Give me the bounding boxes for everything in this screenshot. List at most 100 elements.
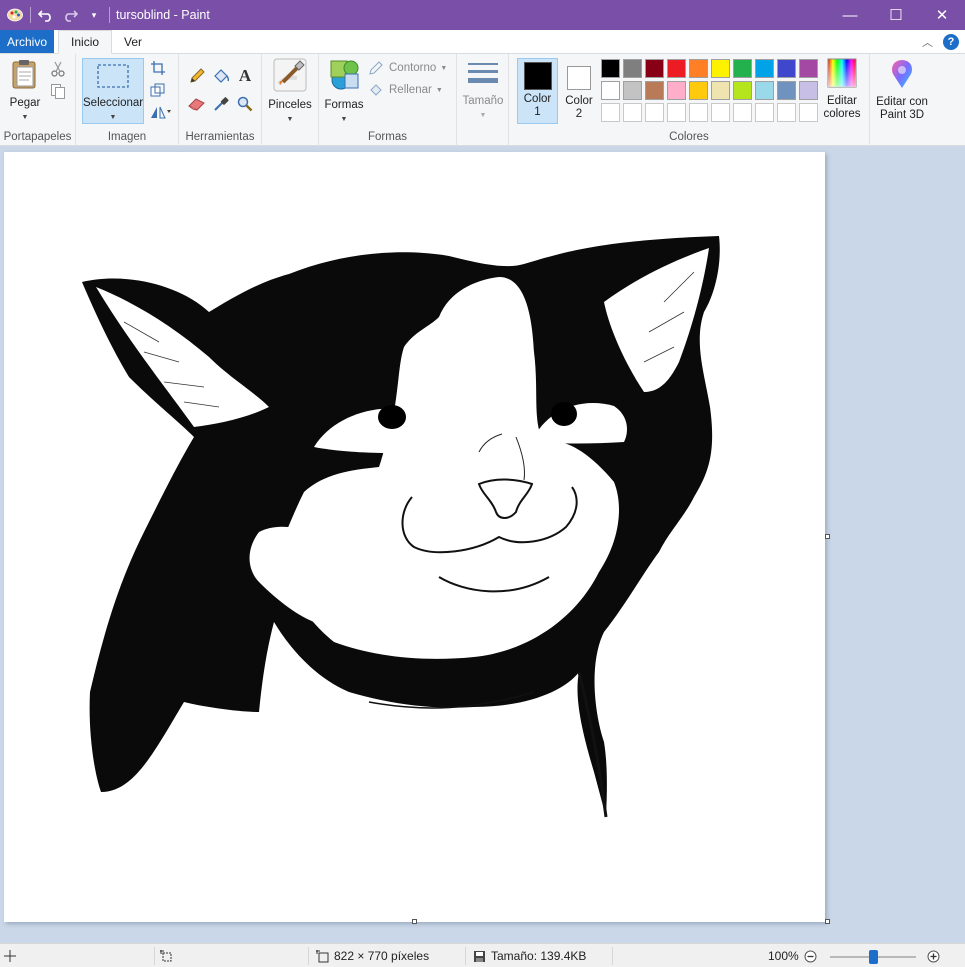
color1-swatch [523, 62, 552, 90]
palette-color-swatch[interactable] [601, 59, 620, 78]
crop-icon[interactable] [148, 58, 168, 78]
palette-color-swatch[interactable] [645, 81, 664, 100]
zoom-slider-thumb[interactable] [869, 950, 878, 964]
palette-color-swatch[interactable] [623, 59, 642, 78]
zoom-in-button[interactable] [927, 944, 940, 967]
text-tool-icon[interactable]: A [235, 66, 255, 86]
paste-button[interactable]: Pegar ▼ [4, 58, 46, 124]
palette-color-swatch[interactable] [777, 59, 796, 78]
close-button[interactable]: ✕ [919, 0, 965, 30]
quick-access-separator [30, 7, 31, 23]
resize-icon[interactable] [148, 80, 168, 100]
palette-color-swatch[interactable] [777, 81, 796, 100]
drawing-canvas[interactable] [4, 152, 830, 924]
fill-label: Rellenar [389, 84, 432, 96]
outline-label: Contorno [389, 62, 437, 74]
palette-color-swatch[interactable] [645, 59, 664, 78]
tools-group: A Herramientas [179, 54, 262, 146]
cursor-crosshair-icon [4, 950, 16, 962]
fill-button[interactable]: Rellenar ▼ [369, 83, 443, 97]
pencil-icon[interactable] [187, 66, 207, 86]
palette-custom-swatch[interactable] [711, 103, 730, 122]
tab-home[interactable]: Inicio [58, 30, 113, 54]
window-title: tursoblind - Paint [116, 8, 210, 22]
shapes-label: Formas [324, 99, 364, 111]
palette-color-swatch[interactable] [755, 59, 774, 78]
edit-colors-button[interactable]: Editar colores [820, 58, 864, 121]
paste-dropdown-icon: ▼ [21, 114, 29, 121]
undo-icon[interactable] [37, 6, 55, 24]
palette-color-swatch[interactable] [667, 81, 686, 100]
canvas-resize-handle-bottom[interactable] [412, 919, 417, 924]
size-button[interactable]: Tamaño ▼ [461, 58, 505, 122]
select-button[interactable]: Seleccionar ▼ [82, 58, 144, 124]
eraser-icon[interactable] [187, 94, 207, 114]
palette-custom-swatch[interactable] [799, 103, 818, 122]
palette-custom-swatch[interactable] [623, 103, 642, 122]
tab-view[interactable]: Ver [112, 30, 154, 53]
zoom-in-icon [927, 950, 940, 962]
rotate-icon[interactable] [148, 102, 174, 122]
palette-color-swatch[interactable] [667, 59, 686, 78]
canvas-resize-handle-right[interactable] [825, 534, 830, 539]
outline-button[interactable]: Contorno ▼ [369, 61, 447, 75]
palette-custom-swatch[interactable] [645, 103, 664, 122]
colors-group: Color 1 Color 2 Editar colores Colores [509, 54, 870, 146]
color2-button[interactable]: Color 2 [561, 58, 597, 124]
brushes-button[interactable]: Pinceles ▼ [265, 58, 315, 126]
clipboard-icon [12, 60, 36, 89]
save-disk-icon [474, 950, 485, 962]
line-size-icon [468, 63, 498, 83]
tab-file[interactable]: Archivo [0, 30, 55, 53]
palette-color-swatch[interactable] [733, 59, 752, 78]
tools-group-label: Herramientas [185, 131, 255, 143]
image-group: Seleccionar ▼ Imagen [76, 54, 179, 146]
paint-app-icon[interactable] [6, 6, 24, 24]
paint3d-group: Editar con Paint 3D [870, 54, 934, 146]
fill-bucket-icon[interactable] [211, 66, 231, 86]
maximize-button[interactable]: ☐ [873, 0, 919, 30]
palette-custom-swatch[interactable] [689, 103, 708, 122]
shapes-button[interactable]: Formas ▼ [323, 58, 365, 126]
palette-color-swatch[interactable] [755, 81, 774, 100]
size-dropdown-icon: ▼ [479, 112, 487, 119]
brush-icon [273, 58, 307, 92]
palette-color-swatch[interactable] [689, 59, 708, 78]
cursor-position [4, 944, 16, 967]
palette-color-swatch[interactable] [601, 81, 620, 100]
color1-button[interactable]: Color 1 [517, 58, 558, 124]
palette-custom-swatch[interactable] [667, 103, 686, 122]
selection-size-icon [160, 949, 172, 961]
palette-color-swatch[interactable] [689, 81, 708, 100]
palette-color-swatch[interactable] [799, 81, 818, 100]
palette-color-swatch[interactable] [623, 81, 642, 100]
edit-with-paint3d-button[interactable]: Editar con Paint 3D [872, 58, 932, 122]
canvas-resize-handle-corner[interactable] [825, 919, 830, 924]
palette-color-swatch[interactable] [711, 59, 730, 78]
zoom-out-icon [804, 950, 817, 962]
title-bar: ▾ tursoblind - Paint — ☐ ✕ [0, 0, 965, 30]
help-icon[interactable]: ? [943, 33, 959, 50]
color2-swatch [567, 66, 591, 90]
image-dimensions-text: 822 × 770 píxeles [334, 949, 430, 963]
palette-color-swatch[interactable] [733, 81, 752, 100]
palette-custom-swatch[interactable] [777, 103, 796, 122]
cut-icon[interactable] [48, 59, 68, 79]
magnifier-icon[interactable] [235, 94, 255, 114]
minimize-button[interactable]: — [827, 0, 873, 30]
customize-toolbar-chevron-icon[interactable]: ▾ [85, 6, 103, 24]
color-spectrum-icon [827, 58, 857, 88]
palette-custom-swatch[interactable] [733, 103, 752, 122]
status-divider [154, 947, 155, 965]
palette-custom-swatch[interactable] [755, 103, 774, 122]
palette-color-swatch[interactable] [799, 59, 818, 78]
palette-color-swatch[interactable] [711, 81, 730, 100]
size-label: Tamaño [462, 95, 504, 107]
color-picker-icon[interactable] [211, 94, 231, 114]
collapse-ribbon-chevron-icon[interactable]: ︿ [922, 34, 933, 50]
palette-custom-swatch[interactable] [601, 103, 620, 122]
canvas-workspace [0, 146, 965, 943]
copy-icon[interactable] [48, 81, 68, 101]
zoom-out-button[interactable] [804, 944, 817, 967]
redo-icon[interactable] [61, 6, 79, 24]
